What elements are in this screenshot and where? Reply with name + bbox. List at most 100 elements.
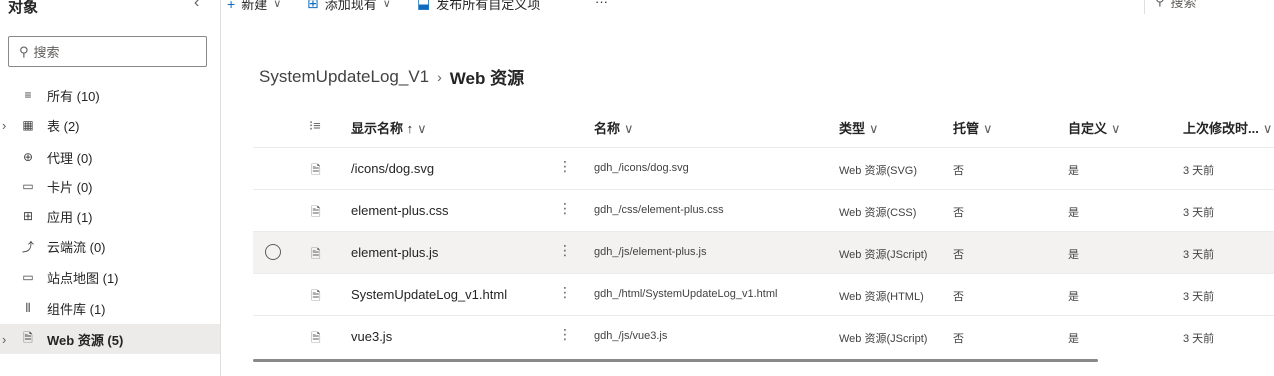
new-button[interactable]: + 新建 ∨ [227,0,281,13]
chevron-down-icon: ∨ [1111,121,1121,136]
web-resource-icon: 🗎 [23,330,33,345]
more-options-icon[interactable]: ⋮ [558,158,572,175]
add-existing-label: 添加现有 [324,0,377,12]
breadcrumb-solution[interactable]: SystemUpdateLog_V1 [259,67,429,87]
cell-modified: 3 天前 [1183,291,1215,303]
sitemap-icon: ▭ [22,270,34,284]
cell-customizable: 是 [1068,333,1079,345]
row-select-radio[interactable] [265,244,281,260]
panel-title: 对象 [8,0,39,16]
panel-search-input[interactable]: ⚲ 搜索 [8,36,207,67]
nav-item-label: 云端流 (0) [47,239,106,255]
column-header-label: 上次修改时... [1183,121,1259,136]
chevron-down-icon: ∨ [417,121,427,136]
cell-name: gdh_/html/SystemUpdateLog_v1.html [594,288,778,300]
chevron-down-icon[interactable]: ∨ [273,0,281,10]
cell-display-name[interactable]: vue3.js [351,329,392,344]
table-row[interactable]: 🗎 element-plus.css ⋮ gdh_/css/element-pl… [253,189,1274,232]
top-search-placeholder: 搜索 [1170,0,1197,10]
search-icon: ⚲ [1155,0,1165,8]
cell-customizable: 是 [1068,165,1079,177]
nav-item-apps[interactable]: ⊞ 应用 (1) [0,201,220,231]
cell-modified: 3 天前 [1183,249,1215,261]
column-header-name[interactable]: 名称 ∨ [594,118,634,137]
column-header-label: 显示名称 ↑ [351,121,414,136]
nav-item-web-resources[interactable]: › 🗎 Web 资源 (5) [0,324,220,354]
objects-panel: 对象 ‹ ⚲ 搜索 ≡ 所有 (10) › ▦ 表 (2) ⊕ 代理 (0) ▭… [0,0,221,376]
cell-name: gdh_/icons/dog.svg [594,162,689,174]
flow-icon: ⤴ [21,239,34,254]
table-row[interactable]: 🗎 element-plus.js ⋮ gdh_/js/element-plus… [253,231,1274,274]
search-icon: ⚲ [19,43,29,59]
chevron-down-icon: ∨ [983,121,993,136]
nav-item-label: 组件库 (1) [47,301,106,317]
cell-modified: 3 天前 [1183,165,1215,177]
cell-display-name[interactable]: element-plus.js [351,245,438,260]
more-commands-button[interactable]: ··· [595,0,608,9]
column-header-label: 托管 [953,121,980,136]
cell-type: Web 资源(CSS) [839,207,917,219]
list-icon: ≡ [24,88,32,102]
expand-icon[interactable]: › [2,332,6,347]
column-header-label: 类型 [839,121,866,136]
column-header-managed[interactable]: 托管 ∨ [953,118,993,137]
table-icon: ▦ [22,118,34,132]
table-row[interactable]: 🗎 vue3.js ⋮ gdh_/js/vue3.js Web 资源(JScri… [253,315,1274,358]
more-options-icon[interactable]: ⋮ [558,326,572,343]
chevron-down-icon: ∨ [869,121,879,136]
nav-item-all[interactable]: ≡ 所有 (10) [0,80,220,110]
more-commands-label: ··· [595,0,608,9]
more-options-icon[interactable]: ⋮ [558,200,572,217]
add-existing-button[interactable]: ⊞ 添加现有 ∨ [307,0,391,13]
column-header-customizable[interactable]: 自定义 ∨ [1068,118,1121,137]
top-search-input[interactable]: ⚲ 搜索 [1144,0,1274,14]
cell-name: gdh_/js/element-plus.js [594,246,707,258]
publish-all-button[interactable]: ⬓ 发布所有自定义项 [417,0,540,13]
panel-search-placeholder: 搜索 [33,45,60,60]
horizontal-scrollbar[interactable] [253,359,1098,362]
nav-item-sitemaps[interactable]: ▭ 站点地图 (1) [0,262,220,292]
cell-display-name[interactable]: SystemUpdateLog_v1.html [351,287,507,302]
cell-managed: 否 [953,207,964,219]
chevron-right-icon: › [437,68,442,85]
cell-modified: 3 天前 [1183,333,1215,345]
cell-customizable: 是 [1068,291,1079,303]
cell-managed: 否 [953,165,964,177]
expand-icon[interactable]: › [2,118,6,133]
file-icon: 🗎 [311,163,321,177]
chevron-down-icon: ∨ [624,121,634,136]
nav-item-cards[interactable]: ▭ 卡片 (0) [0,171,220,201]
cell-display-name[interactable]: element-plus.css [351,203,449,218]
column-header-type[interactable]: 类型 ∨ [839,118,879,137]
table-row[interactable]: 🗎 /icons/dog.svg ⋮ gdh_/icons/dog.svg We… [253,147,1274,190]
column-header-display-name[interactable]: 显示名称 ↑ ∨ [351,118,427,137]
cell-display-name[interactable]: /icons/dog.svg [351,161,434,176]
cell-customizable: 是 [1068,249,1079,261]
nav-item-label: 所有 (10) [47,88,100,104]
nav-item-tables[interactable]: › ▦ 表 (2) [0,110,220,140]
cell-name: gdh_/css/element-plus.css [594,204,724,216]
collapse-panel-icon[interactable]: ‹ [194,0,199,12]
row-select-all-icon[interactable]: ⁝≡ [309,118,321,134]
cell-modified: 3 天前 [1183,207,1215,219]
nav-item-agents[interactable]: ⊕ 代理 (0) [0,142,220,172]
chevron-down-icon: ∨ [1262,121,1273,136]
nav-item-cloud-flows[interactable]: ⤴ 云端流 (0) [0,231,220,261]
nav-item-label: 代理 (0) [47,150,93,166]
more-options-icon[interactable]: ⋮ [558,284,572,301]
cell-customizable: 是 [1068,207,1079,219]
chevron-down-icon[interactable]: ∨ [383,0,391,10]
cell-type: Web 资源(SVG) [839,165,918,177]
cell-managed: 否 [953,333,964,345]
cell-type: Web 资源(HTML) [839,291,924,303]
column-header-modified[interactable]: 上次修改时... ∨ [1183,118,1272,137]
plus-icon: + [227,0,236,12]
table-row[interactable]: 🗎 SystemUpdateLog_v1.html ⋮ gdh_/html/Sy… [253,273,1274,316]
more-options-icon[interactable]: ⋮ [558,242,572,259]
nav-item-label: 卡片 (0) [47,179,93,195]
nav-item-component-libraries[interactable]: ⫴ 组件库 (1) [0,293,220,323]
cell-managed: 否 [953,291,964,303]
column-header-label: 名称 [594,121,621,136]
cell-type: Web 资源(JScript) [839,333,928,345]
command-bar: + 新建 ∨ ⊞ 添加现有 ∨ ⬓ 发布所有自定义项 ··· [221,0,1274,16]
